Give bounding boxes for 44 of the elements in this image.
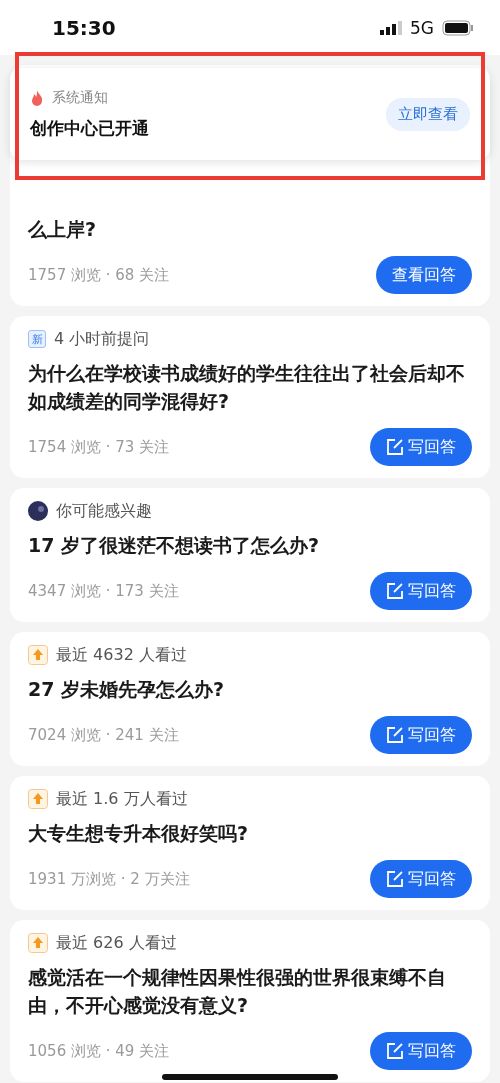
- avatar-icon: [28, 501, 48, 521]
- battery-icon: [442, 19, 474, 36]
- network-label: 5G: [410, 17, 434, 38]
- notification-source: 系统通知: [52, 88, 108, 107]
- question-stats: 4347 浏览 · 173 关注: [28, 581, 179, 601]
- question-title[interactable]: 么上岸?: [28, 215, 472, 243]
- question-title[interactable]: 27 岁未婚先孕怎么办?: [28, 675, 472, 703]
- card-label: 最近 626 人看过: [56, 932, 177, 954]
- question-title[interactable]: 为什么在学校读书成绩好的学生往往出了社会后却不如成绩差的同学混得好?: [28, 359, 472, 415]
- question-card[interactable]: 最近 1.6 万人看过 大专生想专升本很好笑吗? 1931 万浏览 · 2 万关注 写回答: [10, 776, 490, 910]
- question-card[interactable]: 你可能感兴趣 17 岁了很迷茫不想读书了怎么办? 4347 浏览 · 173 关注 写回答: [10, 488, 490, 622]
- card-label: 最近 4632 人看过: [56, 644, 187, 666]
- flame-icon: [30, 89, 44, 106]
- status-time: 15:30: [52, 15, 116, 40]
- question-stats: 1056 浏览 · 49 关注: [28, 1041, 170, 1061]
- question-stats: 1757 浏览 · 68 关注: [28, 265, 170, 285]
- question-title[interactable]: 17 岁了很迷茫不想读书了怎么办?: [28, 531, 472, 559]
- write-answer-button[interactable]: 写回答: [370, 1032, 472, 1070]
- edit-icon: [386, 726, 404, 744]
- card-label: 你可能感兴趣: [56, 500, 152, 522]
- question-stats: 1931 万浏览 · 2 万关注: [28, 869, 190, 889]
- notification-toast[interactable]: 系统通知 创作中心已开通 立即查看: [10, 68, 490, 160]
- write-answer-button[interactable]: 写回答: [370, 572, 472, 610]
- notification-message: 创作中心已开通: [30, 116, 149, 140]
- question-card[interactable]: 最近 626 人看过 感觉活在一个规律性因果性很强的世界很束缚不自由，不开心感觉没有意义? 1056 浏览 · 49 关注 写回答: [10, 920, 490, 1082]
- question-stats: 7024 浏览 · 241 关注: [28, 725, 179, 745]
- question-stats: 1754 浏览 · 73 关注: [28, 437, 170, 457]
- question-title[interactable]: 大专生想专升本很好笑吗?: [28, 819, 472, 847]
- write-answer-button[interactable]: 写回答: [370, 716, 472, 754]
- write-answer-button[interactable]: 写回答: [370, 428, 472, 466]
- edit-icon: [386, 1042, 404, 1060]
- card-label: 最近 1.6 万人看过: [56, 788, 188, 810]
- view-now-button[interactable]: 立即查看: [386, 97, 470, 131]
- new-badge: 新: [28, 330, 46, 348]
- question-title[interactable]: 感觉活在一个规律性因果性很强的世界很束缚不自由，不开心感觉没有意义?: [28, 963, 472, 1019]
- write-answer-button[interactable]: 写回答: [370, 860, 472, 898]
- edit-icon: [386, 438, 404, 456]
- edit-icon: [386, 870, 404, 888]
- signal-icon: [380, 20, 402, 35]
- card-label: 4 小时前提问: [54, 328, 150, 350]
- view-answer-button[interactable]: 查看回答: [376, 256, 472, 294]
- question-card[interactable]: 最近 4632 人看过 27 岁未婚先孕怎么办? 7024 浏览 · 241 关注 写回答: [10, 632, 490, 766]
- edit-icon: [386, 582, 404, 600]
- question-card[interactable]: 新 4 小时前提问 为什么在学校读书成绩好的学生往往出了社会后却不如成绩差的同学混得好? 1754 浏览 · 73 关注 写回答: [10, 316, 490, 478]
